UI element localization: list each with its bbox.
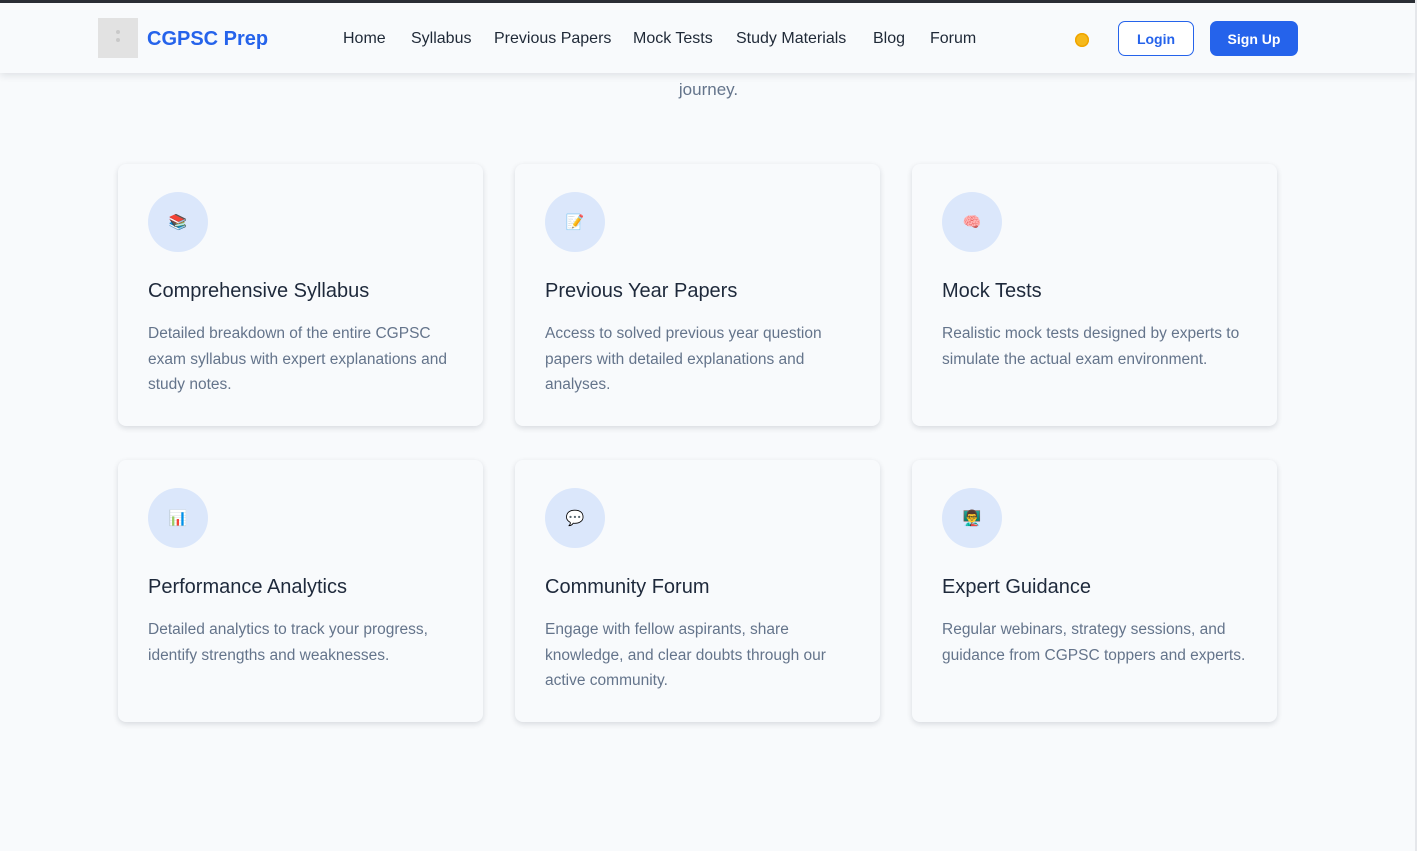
nav-link-blog[interactable]: Blog — [873, 30, 905, 48]
bar-chart-icon: 📊 — [148, 488, 208, 548]
feature-title: Community Forum — [545, 576, 710, 598]
feature-description: Access to solved previous year question … — [545, 325, 822, 393]
feature-card-previous-papers[interactable]: 📝 Previous Year Papers Access to solved … — [515, 164, 880, 426]
nav-link-home[interactable]: Home — [343, 30, 386, 48]
teacher-icon: 👨‍🏫 — [942, 488, 1002, 548]
signup-button[interactable]: Sign Up — [1210, 21, 1298, 56]
nav-link-previous-papers[interactable]: Previous Papers — [494, 30, 611, 48]
feature-description: Detailed breakdown of the entire CGPSC e… — [148, 325, 447, 393]
feature-title: Expert Guidance — [942, 576, 1091, 598]
feature-title: Previous Year Papers — [545, 280, 738, 302]
feature-description: Engage with fellow aspirants, share know… — [545, 621, 826, 689]
brain-icon: 🧠 — [942, 192, 1002, 252]
feature-title: Comprehensive Syllabus — [148, 280, 370, 302]
feature-card-forum[interactable]: 💬 Community Forum Engage with fellow asp… — [515, 460, 880, 722]
feature-card-syllabus[interactable]: 📚 Comprehensive Syllabus Detailed breakd… — [118, 164, 483, 426]
hero-description-tail: journey. — [678, 80, 739, 99]
feature-description: Detailed analytics to track your progres… — [148, 621, 428, 664]
memo-icon: 📝 — [545, 192, 605, 252]
feature-description: Realistic mock tests designed by experts… — [942, 325, 1240, 368]
login-button[interactable]: Login — [1118, 21, 1194, 56]
nav-link-forum[interactable]: Forum — [930, 30, 976, 48]
theme-toggle-sun-icon[interactable] — [1075, 33, 1089, 47]
broken-image-icon — [116, 30, 120, 34]
feature-card-mock-tests[interactable]: 🧠 Mock Tests Realistic mock tests design… — [912, 164, 1277, 426]
nav-link-study-materials[interactable]: Study Materials — [736, 30, 846, 48]
feature-title: Mock Tests — [942, 280, 1042, 302]
nav-link-mock-tests[interactable]: Mock Tests — [633, 30, 713, 48]
nav-link-syllabus[interactable]: Syllabus — [411, 30, 471, 48]
logo-image[interactable] — [98, 18, 138, 58]
feature-description: Regular webinars, strategy sessions, and… — [942, 621, 1246, 664]
books-icon: 📚 — [148, 192, 208, 252]
speech-bubble-icon: 💬 — [545, 488, 605, 548]
feature-card-expert-guidance[interactable]: 👨‍🏫 Expert Guidance Regular webinars, st… — [912, 460, 1277, 722]
brand-name[interactable]: CGPSC Prep — [147, 28, 268, 51]
feature-title: Performance Analytics — [148, 576, 347, 598]
feature-card-analytics[interactable]: 📊 Performance Analytics Detailed analyti… — [118, 460, 483, 722]
main-navbar: CGPSC Prep Home Syllabus Previous Papers… — [0, 3, 1415, 73]
